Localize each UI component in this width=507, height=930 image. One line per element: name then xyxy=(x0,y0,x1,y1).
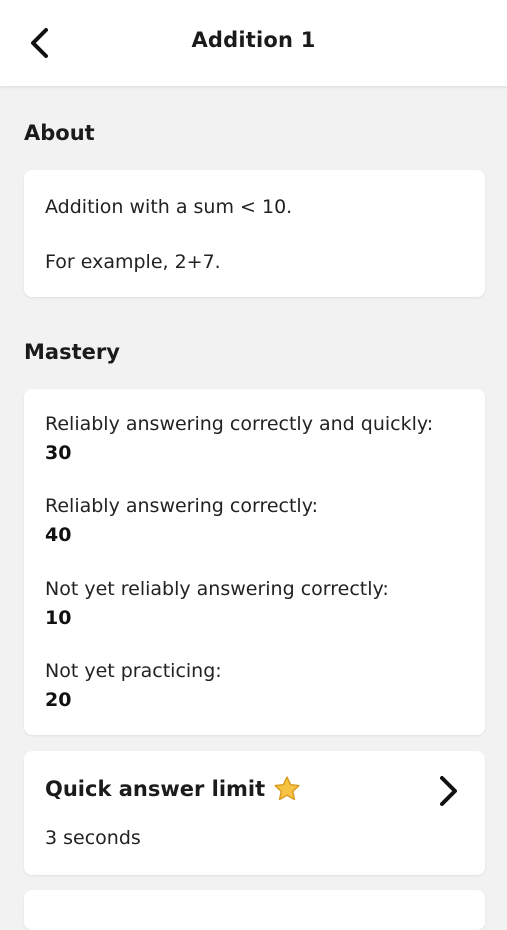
mastery-value-not-yet-correct: 10 xyxy=(45,607,72,629)
star-icon xyxy=(274,776,300,801)
mastery-value-fast: 30 xyxy=(45,442,72,464)
about-section-title: About xyxy=(24,121,95,145)
mastery-label-not-yet-correct: Not yet reliably answering correctly: xyxy=(45,578,389,600)
quick-answer-title: Quick answer limit xyxy=(45,777,266,801)
mastery-section-title: Mastery xyxy=(24,340,120,364)
mastery-label-fast: Reliably answering correctly and quickly… xyxy=(45,413,434,435)
chevron-right-icon xyxy=(433,773,463,809)
mastery-value-not-practicing: 20 xyxy=(45,689,72,711)
page-title: Addition 1 xyxy=(191,28,316,52)
mastery-label-not-practicing: Not yet practicing: xyxy=(45,660,222,682)
quick-answer-limit-row[interactable]: Quick answer limit 3 seconds xyxy=(24,751,485,875)
quick-answer-title-group: Quick answer limit xyxy=(45,775,301,803)
mastery-label-correct: Reliably answering correctly: xyxy=(45,495,318,517)
quick-answer-value: 3 seconds xyxy=(45,827,141,849)
about-example: For example, 2+7. xyxy=(45,251,221,273)
about-description: Addition with a sum < 10. xyxy=(45,196,293,218)
mastery-value-correct: 40 xyxy=(45,524,72,546)
mastery-card: Reliably answering correctly and quickly… xyxy=(24,389,485,735)
next-card-partial[interactable] xyxy=(24,890,485,930)
top-bar: Addition 1 xyxy=(0,0,507,86)
about-card: Addition with a sum < 10. For example, 2… xyxy=(24,170,485,297)
